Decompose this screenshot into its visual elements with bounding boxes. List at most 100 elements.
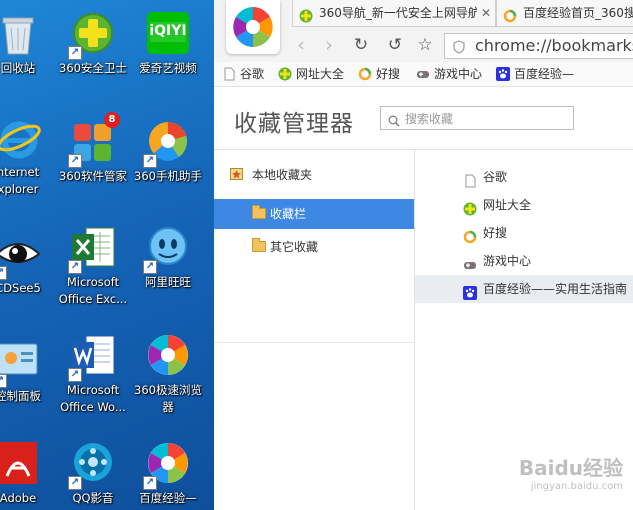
gamepad-icon: [463, 254, 477, 269]
desktop-icon-acdsee[interactable]: ↗ CDSee5: [0, 230, 56, 297]
list-item[interactable]: 游戏中心: [415, 247, 633, 275]
shield-icon: [453, 39, 465, 54]
haosou-icon: [358, 67, 372, 81]
desktop-icon-label: 爱奇艺视频: [139, 61, 197, 75]
shortcut-arrow-icon: ↗: [68, 368, 82, 382]
list-item-label: 百度经验——实用生活指南: [483, 282, 628, 296]
desktop-icon-360-soft-manager[interactable]: 8 ↗ 360软件管家: [55, 112, 131, 185]
desktop-icon-label: 百度经验—: [139, 491, 197, 505]
folder-icon: [252, 205, 266, 219]
desktop-icon-label: 控制面板: [0, 389, 41, 403]
folder-tree: 本地收藏夹 收藏栏 其它收藏: [214, 150, 415, 510]
browser-toolbar: 360导航_新一代安全上网导航 ✕ 百度经验首页_360搜索 ‹ › ↻ ↺ ☆…: [214, 0, 633, 62]
iqiyi-icon: iQIYI: [145, 10, 191, 56]
desktop-icon-iqiyi[interactable]: iQIYI 爱奇艺视频: [130, 10, 206, 77]
tab-360-navigation[interactable]: 360导航_新一代安全上网导航 ✕: [292, 0, 496, 27]
bookmark-baidu-jingyan[interactable]: 百度经验—: [496, 64, 574, 84]
list-item[interactable]: 百度经验——实用生活指南: [415, 275, 633, 303]
360-phone-assistant-icon: ↗: [143, 118, 191, 168]
desktop-icon-label: Microsoft Office Exc...: [58, 275, 128, 306]
tree-label: 本地收藏夹: [252, 168, 313, 182]
adobe-icon: [0, 440, 41, 486]
bookmark-haosou[interactable]: 好搜: [358, 64, 400, 84]
folder-icon: [252, 238, 266, 252]
shortcut-arrow-icon: ↗: [143, 260, 157, 274]
list-item[interactable]: 好搜: [415, 219, 633, 247]
list-item-label: 网址大全: [483, 198, 532, 212]
tree-item-other-bookmarks[interactable]: 其它收藏: [214, 232, 414, 262]
reload-icon[interactable]: ↻: [350, 33, 372, 57]
desktop-icon-360-phone[interactable]: ↗ 360手机助手: [130, 118, 206, 185]
star-folder-icon: [230, 168, 243, 180]
page-icon: [463, 170, 477, 188]
desktop-icon-label: CDSee5: [0, 281, 41, 295]
search-input[interactable]: 搜索收藏: [380, 106, 574, 130]
address-bar[interactable]: chrome://bookmarks: [444, 33, 633, 59]
list-item-label: 好搜: [483, 226, 508, 240]
shortcut-arrow-icon: ↗: [68, 260, 82, 274]
watermark-url: jingyan.baidu.com: [530, 481, 623, 492]
360-icon: [299, 6, 313, 23]
360-browser-logo-icon[interactable]: [226, 0, 280, 54]
bookmark-label: 谷歌: [240, 67, 265, 81]
tree-item-bookmarks-bar[interactable]: 收藏栏: [214, 199, 414, 229]
excel-icon: ↗: [68, 224, 116, 274]
recycle-bin-icon: [0, 10, 41, 56]
shortcut-arrow-icon: ↗: [0, 374, 7, 388]
desktop-icon-label: 阿里旺旺: [145, 275, 191, 289]
search-placeholder: 搜索收藏: [405, 112, 454, 126]
desktop-icon-label: 360手机助手: [134, 169, 202, 183]
watermark-text: Baidu经验: [518, 456, 623, 480]
desktop-icon-label: Microsoft Office Wo...: [60, 383, 126, 414]
360-browser-shortcut-icon: ↗: [143, 440, 191, 490]
360-software-manager-icon: 8 ↗: [68, 112, 120, 168]
shortcut-arrow-icon: ↗: [143, 154, 157, 168]
desktop-icon-label: Adobe: [0, 491, 37, 505]
desktop-icon-baidu-jingyan[interactable]: ↗ 百度经验—: [130, 440, 206, 507]
shortcut-arrow-icon: ↗: [143, 476, 157, 490]
360-icon: [278, 67, 292, 81]
desktop-icon-qq-player[interactable]: ↗ QQ影音: [55, 440, 131, 507]
bookmark-game-center[interactable]: 游戏中心: [416, 64, 482, 84]
page-title: 收藏管理器: [234, 111, 354, 137]
desktop-icon-recycle-bin[interactable]: 回收站: [0, 10, 56, 77]
star-icon[interactable]: ☆: [414, 33, 436, 57]
iqiyi-logo-text: iQIYI: [149, 23, 187, 39]
desktop-icon-word[interactable]: ↗ Microsoft Office Wo...: [55, 332, 131, 416]
desktop-icon-label: nternet xplorer: [0, 165, 40, 196]
desktop: 回收站 nternet xplorer ↗ CDSee5 ↗ 控制面板 Adob…: [0, 0, 214, 510]
desktop-icon-label: 360安全卫士: [59, 61, 127, 75]
undo-icon[interactable]: ↺: [384, 33, 406, 57]
tab-title: 360导航_新一代安全上网导航: [319, 6, 477, 20]
desktop-icon-label: 360极速浏览 器: [134, 383, 202, 414]
bookmark-google[interactable]: 谷歌: [222, 64, 264, 84]
back-button[interactable]: ‹: [290, 33, 312, 57]
eye-icon: ↗: [0, 230, 41, 280]
list-item[interactable]: 谷歌: [415, 163, 633, 191]
desktop-icon-360-browser[interactable]: 360极速浏览 器: [130, 332, 206, 416]
desktop-icon-ie[interactable]: nternet xplorer: [0, 116, 56, 198]
desktop-icon-label: QQ影音: [72, 491, 114, 505]
bookmark-label: 网址大全: [296, 67, 345, 81]
aliwangwang-icon: ↗: [143, 224, 191, 274]
desktop-icon-control-panel[interactable]: ↗ 控制面板: [0, 338, 56, 405]
tree-label: 其它收藏: [270, 240, 319, 254]
bookmark-wangzhi[interactable]: 网址大全: [278, 64, 344, 84]
360-icon: [463, 198, 477, 216]
bookmark-label: 百度经验—: [514, 67, 575, 81]
desktop-icon-excel[interactable]: ↗ Microsoft Office Exc...: [55, 224, 131, 308]
bookmark-label: 好搜: [376, 67, 401, 81]
list-item[interactable]: 网址大全: [415, 191, 633, 219]
tab-baidu-jingyan[interactable]: 百度经验首页_360搜索: [496, 0, 633, 27]
desktop-icon-aliwangwang[interactable]: ↗ 阿里旺旺: [130, 224, 206, 291]
tree-item-local-bookmarks[interactable]: 本地收藏夹: [214, 160, 414, 190]
shortcut-arrow-icon: ↗: [68, 476, 82, 490]
desktop-icon-adobe[interactable]: Adobe: [0, 440, 56, 507]
desktop-icon-360-safe[interactable]: ↗ 360安全卫士: [55, 10, 131, 77]
watermark: Baidu经验 jingyan.baidu.com: [519, 452, 623, 492]
haosou-icon: [463, 226, 477, 244]
forward-button[interactable]: ›: [318, 33, 340, 57]
word-icon: ↗: [68, 332, 116, 382]
close-icon[interactable]: ✕: [481, 0, 491, 26]
bookmark-manager-header: 收藏管理器 搜索收藏: [214, 87, 633, 150]
